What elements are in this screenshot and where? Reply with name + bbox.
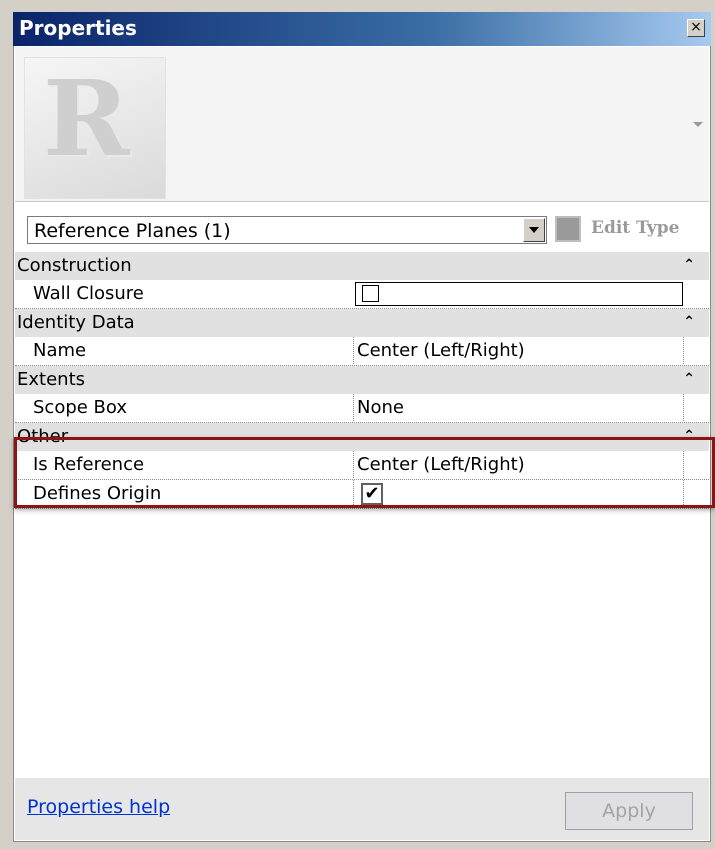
- apply-button[interactable]: Apply: [565, 792, 693, 830]
- group-construction[interactable]: Construction ⌃: [15, 252, 709, 280]
- type-selector-dropdown[interactable]: Reference Planes (1): [27, 216, 547, 244]
- column-divider: [683, 337, 684, 364]
- property-row-is-reference[interactable]: Is Reference Center (Left/Right): [15, 451, 709, 480]
- column-divider: [683, 451, 684, 478]
- collapse-chevron-icon[interactable]: ⌃: [683, 428, 695, 444]
- collapse-chevron-icon[interactable]: ⌃: [683, 371, 695, 387]
- defines-origin-checkbox[interactable]: ✔: [361, 483, 383, 505]
- column-divider: [353, 337, 354, 364]
- column-divider: [683, 394, 684, 421]
- column-divider: [683, 480, 684, 507]
- group-label: Identity Data: [17, 312, 135, 333]
- group-identity-data[interactable]: Identity Data ⌃: [15, 309, 709, 337]
- dropdown-arrow-icon[interactable]: [523, 218, 545, 242]
- logo-letter: R: [43, 57, 130, 180]
- property-label: Is Reference: [33, 454, 145, 475]
- property-row-defines-origin[interactable]: Defines Origin ✔: [15, 480, 709, 509]
- group-label: Other: [17, 426, 69, 447]
- property-label: Wall Closure: [33, 283, 144, 304]
- revit-logo-icon: R: [24, 57, 166, 199]
- preview-dropdown-arrow-icon[interactable]: [693, 122, 703, 127]
- group-label: Extents: [17, 369, 86, 390]
- group-label: Construction: [17, 255, 132, 276]
- wall-closure-field[interactable]: [355, 282, 683, 306]
- property-label: Name: [33, 340, 87, 361]
- property-row-name[interactable]: Name Center (Left/Right): [15, 337, 709, 366]
- type-selector-value: Reference Planes (1): [34, 220, 231, 242]
- edit-type-label: Edit Type: [591, 218, 680, 238]
- type-selector-row: Reference Planes (1) Edit Type: [15, 202, 709, 252]
- properties-grid: Construction ⌃ Wall Closure Identity Dat…: [15, 252, 709, 509]
- properties-help-link[interactable]: Properties help: [27, 796, 170, 818]
- title-bar[interactable]: Properties ×: [13, 12, 711, 46]
- column-divider: [353, 394, 354, 421]
- close-button[interactable]: ×: [687, 19, 705, 37]
- property-value[interactable]: Center (Left/Right): [357, 454, 525, 475]
- type-preview: R: [15, 47, 709, 202]
- property-label: Defines Origin: [33, 483, 162, 504]
- group-other[interactable]: Other ⌃: [15, 423, 709, 451]
- column-divider: [353, 451, 354, 478]
- property-label: Scope Box: [33, 397, 128, 418]
- property-value[interactable]: None: [357, 397, 404, 418]
- collapse-chevron-icon[interactable]: ⌃: [683, 257, 695, 273]
- collapse-chevron-icon[interactable]: ⌃: [683, 314, 695, 330]
- group-extents[interactable]: Extents ⌃: [15, 366, 709, 394]
- property-row-wall-closure[interactable]: Wall Closure: [15, 280, 709, 309]
- window-title: Properties: [19, 16, 137, 40]
- column-divider: [353, 480, 354, 507]
- panel-footer: Properties help Apply: [15, 778, 709, 840]
- wall-closure-checkbox[interactable]: [362, 285, 379, 302]
- property-value[interactable]: Center (Left/Right): [357, 340, 525, 361]
- property-row-scope-box[interactable]: Scope Box None: [15, 394, 709, 423]
- edit-type-icon: [555, 216, 581, 242]
